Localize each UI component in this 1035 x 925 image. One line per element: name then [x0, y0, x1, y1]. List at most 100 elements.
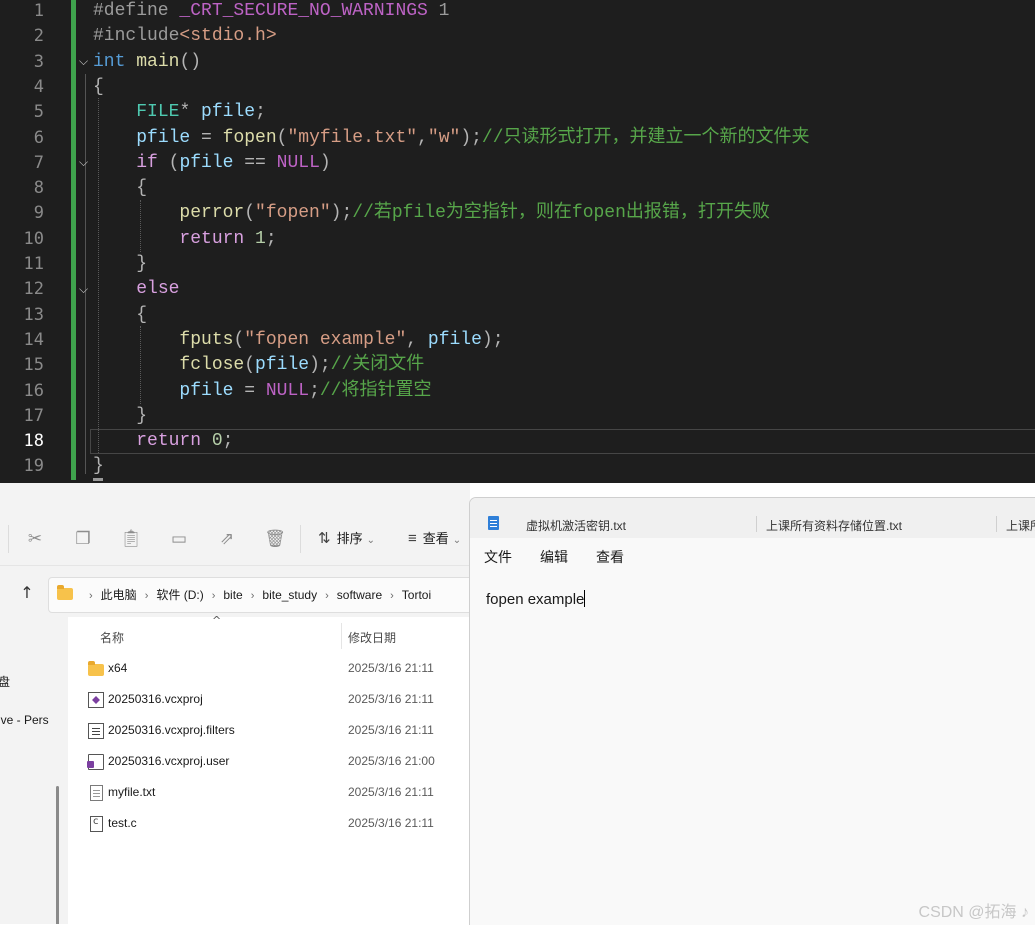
- file-row[interactable]: myfile.txt 2025/3/16 21:11: [68, 777, 470, 808]
- breadcrumb-item[interactable]: Tortoi: [402, 588, 431, 602]
- chevron-right-icon[interactable]: ›: [89, 590, 93, 602]
- code-token: );: [330, 203, 353, 224]
- code-token: fclose: [179, 355, 245, 376]
- file-row[interactable]: x64 2025/3/16 21:11: [68, 653, 470, 684]
- code-token: *: [179, 102, 202, 123]
- code-token: perror: [179, 203, 245, 224]
- code-token: return: [136, 431, 202, 452]
- code-line[interactable]: return 0;: [93, 429, 233, 454]
- breadcrumb-item[interactable]: software: [337, 588, 382, 602]
- chevron-right-icon[interactable]: ›: [390, 590, 394, 602]
- line-number: 2: [33, 26, 44, 47]
- code-token: FILE: [136, 102, 180, 123]
- delete-icon[interactable]: 🗑︎: [264, 528, 286, 550]
- code-line[interactable]: int main(): [93, 50, 201, 75]
- code-token: (): [179, 51, 202, 72]
- code-line[interactable]: else: [93, 277, 179, 302]
- code-token: }: [136, 254, 148, 274]
- file-row[interactable]: 20250316.vcxproj.user 2025/3/16 21:00: [68, 746, 470, 777]
- fold-chevron-icon[interactable]: ⌵: [79, 49, 91, 74]
- code-line[interactable]: #define _CRT_SECURE_NO_WARNINGS 1: [93, 0, 449, 24]
- file-row[interactable]: 20250316.vcxproj 2025/3/16 21:11: [68, 684, 470, 715]
- paste-icon[interactable]: 📋︎: [120, 528, 142, 550]
- nav-item-drive[interactable]: 盘: [0, 673, 10, 690]
- code-token: "w": [427, 127, 461, 148]
- column-header-modified[interactable]: 修改日期: [348, 629, 396, 646]
- nav-item-onedrive[interactable]: ive - Pers: [0, 713, 49, 727]
- breadcrumb-item[interactable]: 软件 (D:): [156, 588, 203, 602]
- code-token: else: [136, 279, 180, 300]
- fold-chevron-icon[interactable]: ⌵: [79, 150, 91, 175]
- breadcrumb-item[interactable]: bite_study: [262, 588, 317, 602]
- breadcrumb-item[interactable]: 此电脑: [101, 588, 137, 602]
- address-bar[interactable]: › 此电脑 › 软件 (D:) › bite › bite_study › software › To…: [48, 577, 470, 613]
- code-line[interactable]: perror("fopen");//若pfile为空指针，则在fopen出报错，…: [93, 201, 770, 226]
- file-row[interactable]: 20250316.vcxproj.filters 2025/3/16 21:11: [68, 715, 470, 746]
- column-header-name[interactable]: 名称: [100, 629, 124, 646]
- cut-icon[interactable]: ✂: [24, 528, 46, 550]
- column-separator[interactable]: [341, 623, 342, 649]
- code-line[interactable]: fclose(pfile);//关闭文件: [93, 353, 424, 378]
- share-icon[interactable]: ⇗: [216, 528, 238, 550]
- tab-course-truncated[interactable]: 上课所: [1006, 517, 1035, 534]
- code-line[interactable]: if (pfile == NULL): [93, 151, 330, 176]
- up-arrow-icon[interactable]: ↑: [17, 583, 37, 603]
- file-row[interactable]: test.c 2025/3/16 21:11: [68, 808, 470, 839]
- menu-view[interactable]: 查看: [596, 547, 624, 567]
- code-line[interactable]: return 1;: [93, 227, 276, 252]
- code-line[interactable]: }: [93, 454, 104, 479]
- code-line[interactable]: {: [93, 303, 147, 328]
- c-file-icon: [90, 816, 103, 832]
- code-token: "fopen example": [244, 329, 407, 350]
- code-token: pfile: [136, 127, 191, 148]
- chevron-right-icon[interactable]: ›: [251, 590, 255, 602]
- code-line[interactable]: #include<stdio.h>: [93, 24, 277, 49]
- tab-activation-key[interactable]: 虚拟机激活密钥.txt: [526, 517, 626, 534]
- scrollbar[interactable]: [56, 786, 59, 924]
- tab-course-materials[interactable]: 上课所有资料存储位置.txt: [766, 517, 902, 534]
- breadcrumb-item[interactable]: bite: [223, 588, 242, 602]
- code-token: );: [309, 355, 331, 376]
- menu-edit[interactable]: 编辑: [540, 547, 568, 567]
- file-name: 20250316.vcxproj.user: [108, 754, 230, 768]
- line-number: 13: [23, 304, 44, 325]
- code-editor[interactable]: 1 2 3 4 5 6 7 8 9 10 11 12 13 14 15 16 17 18 19 ⌵ ⌵ ⌵ #def…: [0, 0, 1035, 483]
- line-number: 17: [23, 405, 44, 426]
- view-button[interactable]: ≡ 查看 ⌄: [408, 528, 461, 550]
- notepad-text-area[interactable]: fopen example: [486, 590, 586, 608]
- code-token: );: [460, 127, 482, 148]
- code-line[interactable]: pfile = fopen("myfile.txt","w");//只读形式打开…: [93, 126, 809, 151]
- code-line[interactable]: {: [93, 176, 147, 201]
- menu-file[interactable]: 文件: [484, 547, 512, 567]
- code-token: 1: [427, 1, 450, 21]
- code-token: }: [136, 405, 148, 426]
- code-token: (: [244, 355, 256, 376]
- code-line[interactable]: {: [93, 75, 104, 100]
- code-line[interactable]: pfile = NULL;//将指针置空: [93, 379, 431, 404]
- vcxproj-icon: [88, 692, 104, 708]
- rename-icon[interactable]: ▭: [168, 528, 190, 550]
- chevron-right-icon[interactable]: ›: [212, 590, 216, 602]
- chevron-right-icon[interactable]: ›: [325, 590, 329, 602]
- code-token: //若pfile为空指针，则在fopen出报错，打开失败: [352, 203, 770, 224]
- code-line[interactable]: }: [93, 252, 147, 277]
- code-token: =: [233, 380, 266, 401]
- code-token: "myfile.txt": [287, 127, 418, 148]
- text-caret: [584, 590, 586, 607]
- code-line[interactable]: FILE* pfile;: [93, 100, 266, 125]
- breadcrumb[interactable]: › 此电脑 › 软件 (D:) › bite › bite_study › software › To…: [81, 578, 431, 612]
- sort-button[interactable]: ⇅ 排序 ⌄: [318, 528, 375, 550]
- chevron-right-icon[interactable]: ›: [145, 590, 149, 602]
- code-token: (: [276, 127, 288, 148]
- code-line[interactable]: fputs("fopen example", pfile);: [93, 328, 503, 353]
- fold-chevron-icon[interactable]: ⌵: [79, 277, 91, 302]
- code-line[interactable]: }: [93, 404, 147, 429]
- code-token: "fopen": [255, 203, 331, 224]
- copy-icon[interactable]: ❐: [72, 528, 94, 550]
